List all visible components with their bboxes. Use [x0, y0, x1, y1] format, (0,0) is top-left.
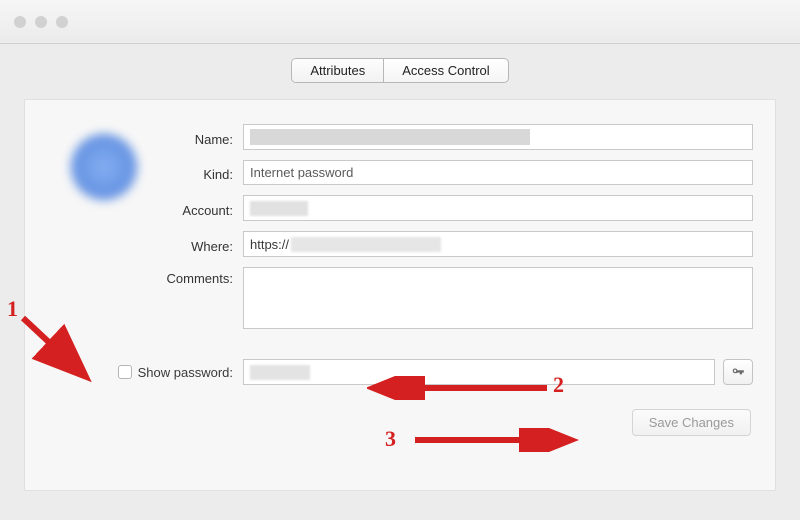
minimize-window-icon[interactable] [35, 16, 47, 28]
where-value-prefix: https:// [250, 237, 289, 252]
key-icon [731, 365, 745, 379]
save-changes-button[interactable]: Save Changes [632, 409, 751, 436]
annotation-number-2: 2 [553, 372, 564, 398]
segmented-control: Attributes Access Control [291, 58, 508, 83]
item-icon [71, 134, 137, 200]
tab-access-control[interactable]: Access Control [384, 59, 507, 82]
tab-attributes[interactable]: Attributes [292, 59, 384, 82]
window: Attributes Access Control Name: Kind: Ac… [0, 0, 800, 520]
comments-field[interactable] [243, 267, 753, 329]
name-label: Name: [47, 128, 243, 147]
where-field[interactable]: https:// [243, 231, 753, 257]
account-field[interactable] [243, 195, 753, 221]
where-label: Where: [47, 235, 243, 254]
where-value-redacted [291, 237, 441, 252]
close-window-icon[interactable] [14, 16, 26, 28]
account-label: Account: [47, 199, 243, 218]
titlebar [0, 0, 800, 44]
zoom-window-icon[interactable] [56, 16, 68, 28]
annotation-number-1: 1 [7, 296, 18, 322]
show-password-label: Show password: [138, 365, 233, 380]
tabs: Attributes Access Control [0, 44, 800, 85]
password-value-redacted [250, 365, 310, 380]
password-field[interactable] [243, 359, 715, 385]
show-password-checkbox[interactable] [118, 365, 132, 379]
account-value-redacted [250, 201, 308, 216]
annotation-number-3: 3 [385, 426, 396, 452]
name-field[interactable] [243, 124, 753, 150]
content-panel: Name: Kind: Account: Wher [24, 99, 776, 491]
comments-label: Comments: [47, 267, 243, 286]
kind-field[interactable] [243, 160, 753, 185]
traffic-lights [14, 16, 68, 28]
name-value-redacted [250, 129, 530, 145]
password-assistant-button[interactable] [723, 359, 753, 385]
